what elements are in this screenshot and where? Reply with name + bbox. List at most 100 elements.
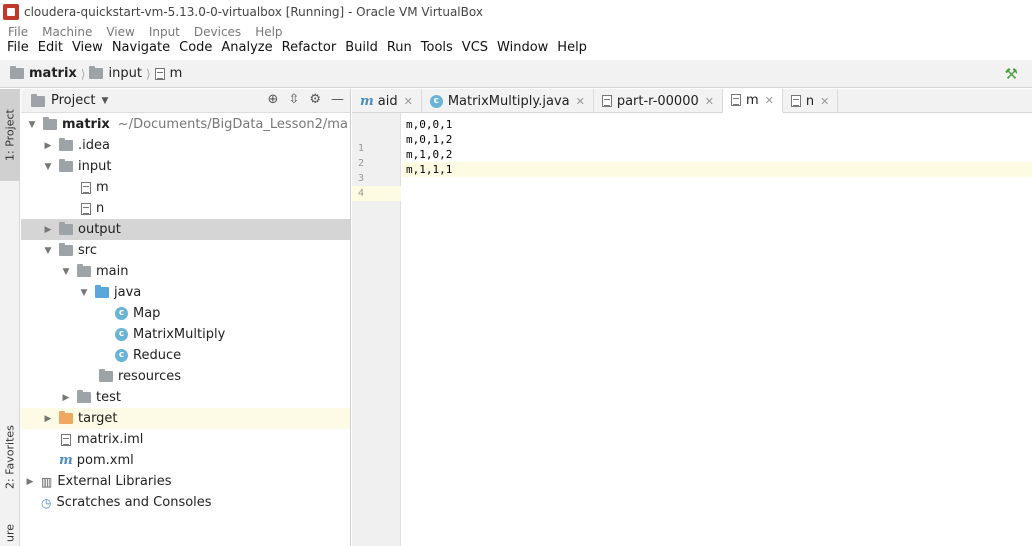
menu-view[interactable]: View: [72, 40, 103, 58]
tree-item-class-reduce[interactable]: c Reduce: [21, 345, 350, 366]
breadcrumb-separator-icon: ⟩: [80, 66, 86, 81]
expanded-arrow-icon[interactable]: ▼: [41, 162, 55, 172]
left-tool-strip: 1: Project 2: Favorites ure: [0, 89, 20, 546]
source-folder-icon: [95, 285, 109, 298]
menu-build[interactable]: Build: [345, 40, 378, 58]
tree-item-input[interactable]: ▼ input: [21, 156, 350, 177]
line-number: 3: [358, 173, 365, 184]
tree-item-target[interactable]: ▶ target: [21, 408, 350, 429]
build-hammer-icon[interactable]: ⚒: [1005, 65, 1018, 83]
tool-tab-structure[interactable]: ure: [0, 519, 20, 546]
tree-root-matrix[interactable]: ▼ matrix ~/Documents/BigData_Lesson2/ma: [21, 114, 350, 135]
collapsed-arrow-icon[interactable]: ▶: [59, 393, 73, 403]
folder-icon: [10, 66, 24, 79]
menu-analyze[interactable]: Analyze: [221, 40, 272, 58]
vbox-menu-machine[interactable]: Machine: [42, 25, 92, 41]
tab-part-r-00000[interactable]: part-r-00000 ✕: [594, 89, 723, 113]
editor-tab-bar: m aid ✕ c MatrixMultiply.java ✕ part-r-0…: [352, 89, 1032, 113]
tree-item-resources[interactable]: resources: [21, 366, 350, 387]
tree-item-pom-xml[interactable]: m pom.xml: [21, 450, 350, 471]
collapse-all-icon[interactable]: ⇳: [288, 92, 299, 107]
text-file-icon: [81, 202, 91, 215]
line-number: 2: [358, 158, 365, 169]
vbox-menu-file[interactable]: File: [8, 25, 28, 41]
tree-item-scratches[interactable]: ◷ Scratches and Consoles: [21, 492, 350, 513]
tree-item-class-map[interactable]: c Map: [21, 303, 350, 324]
vbox-menu-input[interactable]: Input: [149, 25, 180, 41]
project-panel-title[interactable]: Project: [51, 93, 95, 108]
tree-item-external-libraries[interactable]: ▶ ▥ External Libraries: [21, 471, 350, 492]
folder-icon: [89, 66, 104, 79]
menu-edit[interactable]: Edit: [38, 40, 63, 58]
menu-help[interactable]: Help: [557, 40, 587, 58]
collapsed-arrow-icon[interactable]: ▶: [41, 141, 55, 151]
menu-file[interactable]: File: [7, 40, 29, 58]
text-file-icon: [730, 94, 741, 106]
tab-matrixmultiply-java[interactable]: c MatrixMultiply.java ✕: [422, 89, 594, 113]
folder-icon: [77, 390, 91, 403]
expanded-arrow-icon[interactable]: ▼: [77, 288, 91, 298]
tree-item-test[interactable]: ▶ test: [21, 387, 350, 408]
project-path: ~/Documents/BigData_Lesson2/ma: [117, 117, 348, 132]
close-icon[interactable]: ✕: [820, 95, 829, 108]
menu-vcs[interactable]: VCS: [462, 40, 488, 58]
expanded-arrow-icon[interactable]: ▼: [41, 246, 55, 256]
runnable-class-icon: c: [115, 328, 128, 341]
breadcrumb-item-folder[interactable]: input: [89, 66, 142, 81]
tree-item-matrix-iml[interactable]: matrix.iml: [21, 429, 350, 450]
vbox-menu-help[interactable]: Help: [255, 25, 282, 41]
locate-target-icon[interactable]: ⊕: [268, 92, 279, 107]
close-icon[interactable]: ✕: [404, 95, 413, 108]
collapsed-arrow-icon[interactable]: ▶: [23, 477, 37, 487]
tree-item-output[interactable]: ▶ output: [21, 219, 350, 240]
breadcrumb-item-file[interactable]: m: [154, 66, 182, 81]
minimize-icon[interactable]: —: [331, 92, 344, 107]
tab-aid[interactable]: m aid ✕: [352, 89, 422, 113]
tool-tab-project[interactable]: 1: Project: [0, 89, 20, 181]
expanded-arrow-icon[interactable]: ▼: [59, 267, 73, 277]
tree-item-class-matrixmultiply[interactable]: c MatrixMultiply: [21, 324, 350, 345]
resources-folder-icon: [99, 369, 113, 382]
tree-item-file-n[interactable]: n: [21, 198, 350, 219]
close-icon[interactable]: ✕: [576, 95, 585, 108]
tree-item-java[interactable]: ▼ java: [21, 282, 350, 303]
menu-run[interactable]: Run: [387, 40, 412, 58]
menu-refactor[interactable]: Refactor: [282, 40, 337, 58]
tool-tab-favorites[interactable]: 2: Favorites: [0, 409, 20, 505]
maven-icon: m: [59, 453, 73, 468]
virtualbox-logo-icon: [3, 4, 19, 20]
close-icon[interactable]: ✕: [765, 94, 774, 107]
menu-window[interactable]: Window: [497, 40, 548, 58]
vbox-title-bar: cloudera-quickstart-vm-5.13.0-0-virtualb…: [0, 0, 1032, 24]
tab-m[interactable]: m ✕: [722, 89, 783, 113]
expanded-arrow-icon[interactable]: ▼: [25, 120, 39, 130]
code-line-current[interactable]: m,1,1,1: [402, 162, 1032, 177]
text-file-icon: [601, 95, 612, 107]
project-panel-toolbar: ⊕ ⇳ ⚙ —: [258, 92, 344, 107]
menu-tools[interactable]: Tools: [421, 40, 453, 58]
line-number-gutter: 1 2 3 4: [352, 113, 401, 546]
tree-item-main[interactable]: ▼ main: [21, 261, 350, 282]
tree-item-idea[interactable]: ▶ .idea: [21, 135, 350, 156]
scratches-icon: ◷: [41, 495, 52, 510]
module-folder-icon: [43, 117, 57, 130]
collapsed-arrow-icon[interactable]: ▶: [41, 225, 55, 235]
breadcrumb-item-project[interactable]: matrix: [10, 66, 77, 81]
code-line[interactable]: m,0,1,2: [402, 132, 1032, 147]
folder-icon: [59, 243, 73, 256]
tree-item-src[interactable]: ▼ src: [21, 240, 350, 261]
tree-item-file-m[interactable]: m: [21, 177, 350, 198]
editor-area: m aid ✕ c MatrixMultiply.java ✕ part-r-0…: [352, 89, 1032, 546]
close-icon[interactable]: ✕: [705, 95, 714, 108]
code-line[interactable]: m,0,0,1: [402, 117, 1032, 132]
vbox-menu-view[interactable]: View: [106, 25, 134, 41]
menu-navigate[interactable]: Navigate: [112, 40, 170, 58]
chevron-down-icon[interactable]: ▼: [101, 96, 108, 106]
code-line[interactable]: m,1,0,2: [402, 147, 1032, 162]
collapsed-arrow-icon[interactable]: ▶: [41, 414, 55, 424]
line-number: 1: [358, 143, 365, 154]
tab-n[interactable]: n ✕: [783, 89, 839, 113]
gear-icon[interactable]: ⚙: [309, 92, 321, 107]
vbox-menu-devices[interactable]: Devices: [194, 25, 241, 41]
menu-code[interactable]: Code: [179, 40, 212, 58]
